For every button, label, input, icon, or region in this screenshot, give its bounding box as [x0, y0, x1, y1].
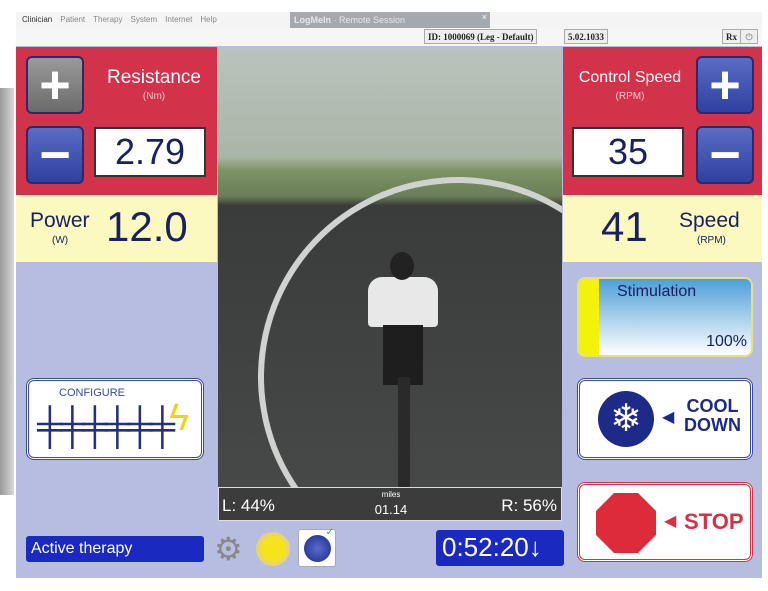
control-speed-value: 35	[572, 127, 684, 177]
stimulation-title: Stimulation	[617, 283, 697, 300]
stats-bar: L: 44% miles 01.14 R: 56%	[218, 487, 562, 521]
power-icon[interactable]: ⏻	[740, 29, 758, 44]
menu-clinician[interactable]: Clinician	[22, 15, 52, 25]
distance-unit: miles	[381, 490, 401, 499]
distance-value: 01.14	[374, 502, 408, 517]
speed-value: 41	[601, 203, 648, 250]
power-title: Power	[30, 209, 90, 232]
sun-icon[interactable]	[256, 532, 290, 566]
arrow-left-icon: ◀	[664, 513, 677, 530]
lightning-icon: ϟ	[169, 397, 190, 439]
control-speed-panel: Control Speed (RPM) + 35 −	[563, 47, 762, 195]
rx-button[interactable]: Rx	[722, 29, 741, 44]
control-speed-unit: (RPM)	[615, 91, 645, 102]
resistance-panel: + Resistance (Nm) − 2.79	[16, 47, 217, 195]
speed-unit: (RPM)	[697, 235, 726, 246]
background-edge	[0, 88, 14, 495]
stop-sign-icon	[596, 493, 656, 553]
speed-panel: 41 Speed (RPM)	[563, 195, 762, 262]
power-unit: (W)	[52, 235, 69, 246]
menu-patient[interactable]: Patient	[60, 15, 85, 25]
version: 5.02.1033	[564, 29, 608, 44]
cool-down-label: COOL DOWN	[684, 397, 741, 435]
cycling-video	[218, 47, 562, 487]
stimulation-bar	[579, 279, 599, 355]
stop-label: STOP	[684, 509, 744, 534]
remote-session-bar: LogMeIn · Remote Session ×	[290, 12, 490, 28]
close-icon[interactable]: ×	[482, 12, 487, 22]
configure-label: CONFIGURE	[59, 387, 125, 399]
resistance-minus-button[interactable]: −	[26, 126, 84, 184]
resistance-title: Resistance	[107, 67, 201, 88]
menu-internet[interactable]: Internet	[165, 15, 192, 25]
speed-plus-button[interactable]: +	[696, 56, 754, 114]
speed-minus-button[interactable]: −	[696, 126, 754, 184]
patient-id: ID: 1000069 (Leg - Default)	[424, 29, 538, 44]
globe-icon	[304, 535, 331, 562]
cyclist	[368, 277, 438, 327]
arrow-left-icon: ◀	[662, 409, 675, 426]
cool-down-line2: DOWN	[684, 415, 741, 435]
stimulation-gauge: Stimulation 100%	[577, 277, 753, 357]
cool-down-line1: COOL	[686, 396, 739, 416]
menu-therapy[interactable]: Therapy	[93, 15, 122, 25]
session-timer: 0:52:20↓	[436, 530, 564, 566]
power-panel: Power (W) 12.0	[16, 195, 217, 262]
resistance-plus-button[interactable]: +	[26, 56, 84, 114]
configure-button[interactable]: CONFIGURE ╪╪╪╪╪╪ ϟ	[26, 378, 204, 460]
menu-help[interactable]: Help	[200, 15, 216, 25]
resistance-value: 2.79	[94, 127, 206, 177]
resistance-unit: (Nm)	[142, 91, 166, 102]
menu-system[interactable]: System	[131, 15, 158, 25]
stop-button[interactable]: ◀ STOP	[577, 482, 753, 562]
app-window: Clinician Patient Therapy System Interne…	[16, 12, 762, 578]
check-icon: ✓	[325, 527, 334, 538]
globe-button[interactable]: ✓	[298, 527, 336, 567]
sliders-icon: ╪╪╪╪╪╪	[37, 405, 175, 446]
snowflake-icon: ❄	[598, 391, 654, 447]
cool-down-button[interactable]: ❄ ◀ COOL DOWN	[577, 378, 753, 460]
remote-session-title: · Remote Session	[331, 15, 406, 25]
speed-title: Speed	[679, 209, 740, 232]
left-percent: L: 44%	[222, 496, 275, 515]
stimulation-value: 100%	[706, 333, 747, 350]
power-value: 12.0	[106, 203, 188, 250]
logmein-brand: LogMeIn	[294, 15, 331, 25]
control-speed-title: Control Speed	[578, 69, 682, 86]
gear-icon[interactable]: ⚙	[214, 530, 243, 568]
right-percent: R: 56%	[501, 496, 557, 515]
id-bar: ID: 1000069 (Leg - Default) 5.02.1033 Rx…	[16, 28, 762, 46]
status-badge: Active therapy	[26, 536, 204, 562]
